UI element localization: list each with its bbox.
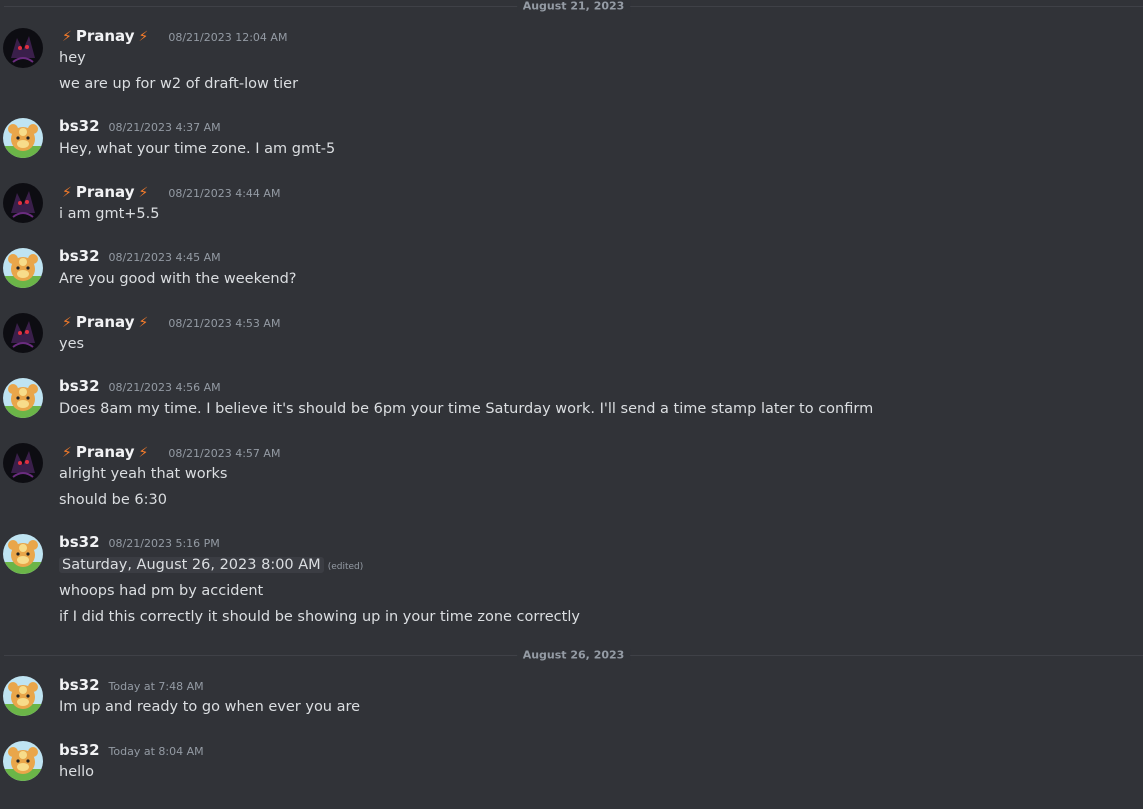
username[interactable]: Pranay (76, 443, 135, 461)
message-header: ⚡ Pranay ⚡ 08/21/2023 4:44 AM (59, 183, 280, 203)
message-text: hey (59, 50, 86, 66)
message-header: bs32 Today at 8:04 AM (59, 741, 204, 761)
lightning-icon: ⚡ (62, 185, 72, 201)
message-header: ⚡ Pranay ⚡ 08/21/2023 12:04 AM (59, 27, 287, 47)
message-text: alright yeah that works (59, 466, 228, 482)
message-timestamp[interactable]: Today at 7:48 AM (109, 680, 204, 693)
message-timestamp[interactable]: 08/21/2023 5:16 PM (109, 537, 220, 550)
date-divider: August 26, 2023 (4, 648, 1143, 662)
message-timestamp[interactable]: 08/21/2023 4:45 AM (109, 251, 221, 264)
username[interactable]: Pranay (76, 27, 135, 45)
message-header: bs32 08/21/2023 4:56 AM (59, 377, 221, 397)
message-text: Im up and ready to go when ever you are (59, 699, 361, 715)
lightning-icon: ⚡ (62, 315, 72, 331)
avatar-bs32[interactable] (3, 741, 43, 781)
username[interactable]: bs32 (59, 741, 100, 759)
chat-messages: August 21, 2023 ⚡ Pranay ⚡ 08/21/2023 12… (0, 0, 1143, 809)
message-header: bs32 08/21/2023 4:45 AM (59, 247, 221, 267)
lightning-icon: ⚡ (138, 315, 149, 331)
avatar-pranay[interactable] (3, 443, 43, 483)
avatar-bs32[interactable] (3, 118, 43, 158)
avatar-bs32[interactable] (3, 676, 43, 716)
message-timestamp[interactable]: 08/21/2023 4:56 AM (109, 381, 221, 394)
message-text: i am gmt+5.5 (59, 206, 160, 222)
message-header: ⚡ Pranay ⚡ 08/21/2023 4:53 AM (59, 313, 280, 333)
avatar-pranay[interactable] (3, 28, 43, 68)
message-timestamp[interactable]: 08/21/2023 4:57 AM (168, 447, 280, 460)
avatar-bs32[interactable] (3, 378, 43, 418)
username[interactable]: bs32 (59, 117, 100, 135)
message-text: hello (59, 764, 95, 780)
edited-marker: (edited) (327, 562, 364, 572)
message-timestamp[interactable]: 08/21/2023 4:44 AM (168, 187, 280, 200)
message-text: we are up for w2 of draft-low tier (59, 76, 299, 92)
avatar-bs32[interactable] (3, 248, 43, 288)
lightning-icon: ⚡ (62, 445, 72, 461)
message-header: bs32 08/21/2023 4:37 AM (59, 117, 221, 137)
message-timestamp[interactable]: 08/21/2023 12:04 AM (168, 31, 287, 44)
message-text: Are you good with the weekend? (59, 271, 297, 287)
avatar-pranay[interactable] (3, 183, 43, 223)
message-text: Does 8am my time. I believe it's should … (59, 401, 874, 417)
message-text: should be 6:30 (59, 492, 167, 508)
date-divider-label: August 21, 2023 (516, 0, 631, 13)
lightning-icon: ⚡ (138, 445, 149, 461)
username[interactable]: Pranay (76, 183, 135, 201)
avatar-pranay[interactable] (3, 313, 43, 353)
message-text: whoops had pm by accident (59, 583, 264, 599)
date-divider: August 21, 2023 (4, 0, 1143, 13)
lightning-icon: ⚡ (138, 185, 149, 201)
username[interactable]: bs32 (59, 377, 100, 395)
message-text: Saturday, August 26, 2023 8:00 AM (edited… (59, 555, 363, 577)
message-header: bs32 08/21/2023 5:16 PM (59, 533, 220, 553)
date-divider-label: August 26, 2023 (516, 648, 631, 662)
message-header: ⚡ Pranay ⚡ 08/21/2023 4:57 AM (59, 443, 280, 463)
username[interactable]: bs32 (59, 676, 100, 694)
timestamp-chip[interactable]: Saturday, August 26, 2023 8:00 AM (59, 557, 324, 573)
message-timestamp[interactable]: 08/21/2023 4:53 AM (168, 317, 280, 330)
username[interactable]: bs32 (59, 533, 100, 551)
message-text: if I did this correctly it should be sho… (59, 609, 580, 625)
message-timestamp[interactable]: 08/21/2023 4:37 AM (109, 121, 221, 134)
avatar-bs32[interactable] (3, 534, 43, 574)
message-header: bs32 Today at 7:48 AM (59, 676, 204, 696)
lightning-icon: ⚡ (138, 29, 149, 45)
username[interactable]: Pranay (76, 313, 135, 331)
username[interactable]: bs32 (59, 247, 100, 265)
message-timestamp[interactable]: Today at 8:04 AM (109, 745, 204, 758)
lightning-icon: ⚡ (62, 29, 72, 45)
message-text: Hey, what your time zone. I am gmt-5 (59, 141, 336, 157)
message-text: yes (59, 336, 85, 352)
